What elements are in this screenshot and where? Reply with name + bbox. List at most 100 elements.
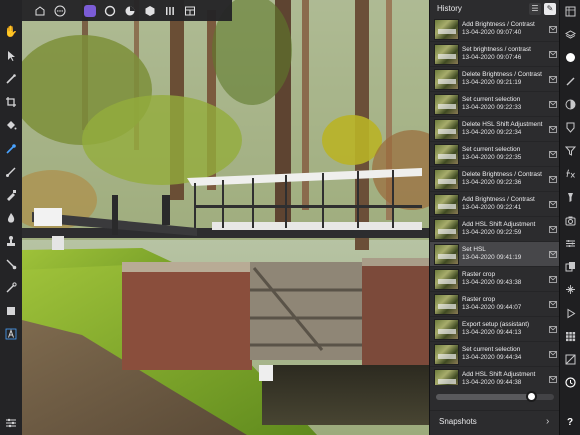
history-entry-time: 13-04-2020 09:44:34 bbox=[462, 354, 522, 361]
stock-icon[interactable] bbox=[560, 278, 580, 301]
history-entry[interactable]: Add HSL Shift Adjustment 13-04-2020 09:44… bbox=[430, 367, 560, 385]
clone-tool-icon[interactable] bbox=[0, 183, 22, 206]
message-icon[interactable] bbox=[548, 200, 558, 208]
history-thumbnail bbox=[434, 118, 459, 140]
brushes-icon[interactable] bbox=[560, 70, 580, 93]
burn-tool-icon[interactable] bbox=[0, 207, 22, 230]
crop-tool-icon[interactable] bbox=[0, 91, 22, 114]
history-slider[interactable] bbox=[436, 391, 554, 403]
retouch-tool-icon[interactable] bbox=[0, 276, 22, 299]
history-entry-text: Set current selection 13-04-2020 09:22:33 bbox=[462, 96, 548, 112]
history-entry-text: Raster crop 13-04-2020 09:44:07 bbox=[462, 296, 548, 312]
navigator-icon[interactable] bbox=[560, 232, 580, 255]
message-icon[interactable] bbox=[548, 300, 558, 308]
history-entry[interactable]: Delete Brightness / Contrast 13-04-2020 0… bbox=[430, 167, 560, 192]
history-entry-label: Add HSL Shift Adjustment bbox=[462, 221, 536, 228]
message-icon[interactable] bbox=[548, 375, 558, 383]
transform-icon[interactable] bbox=[560, 255, 580, 278]
message-icon[interactable] bbox=[548, 150, 558, 158]
photo-persona-icon[interactable] bbox=[80, 0, 100, 21]
text-tool-icon[interactable] bbox=[0, 322, 22, 345]
history-entry[interactable]: Set current selection 13-04-2020 09:44:34 bbox=[430, 342, 560, 367]
message-icon[interactable] bbox=[548, 225, 558, 233]
history-entry-time: 13-04-2020 09:44:07 bbox=[462, 304, 522, 311]
history-entry[interactable]: Set HSL 13-04-2020 09:41:19 bbox=[430, 242, 560, 267]
snapshots-row[interactable]: Snapshots › bbox=[430, 410, 560, 431]
message-icon[interactable] bbox=[548, 325, 558, 333]
history-icon[interactable] bbox=[560, 0, 580, 23]
help-icon[interactable]: ? bbox=[560, 409, 580, 435]
styles-icon[interactable] bbox=[560, 139, 580, 162]
adjustments-icon[interactable] bbox=[560, 93, 580, 116]
develop-persona-icon[interactable] bbox=[120, 0, 140, 21]
history-thumbnail bbox=[434, 18, 459, 40]
slider-knob[interactable] bbox=[526, 391, 538, 402]
effects-icon[interactable] bbox=[560, 116, 580, 139]
macro-icon[interactable] bbox=[560, 301, 580, 324]
history-entry-time: 13-04-2020 09:22:36 bbox=[462, 179, 522, 186]
history-entry[interactable]: Add Brightness / Contrast 13-04-2020 09:2… bbox=[430, 192, 560, 217]
history-entry[interactable]: Add Brightness / Contrast 13-04-2020 09:0… bbox=[430, 17, 560, 42]
message-icon[interactable] bbox=[548, 350, 558, 358]
snapshots-icon[interactable] bbox=[560, 371, 580, 394]
flood-fill-icon[interactable] bbox=[0, 114, 22, 137]
app-window: ✋ History ☰ ✎ Add Brightness / Contrast … bbox=[0, 0, 580, 435]
layers-icon[interactable] bbox=[560, 23, 580, 46]
settings-sliders-icon[interactable] bbox=[0, 412, 22, 435]
shape-tool-icon[interactable] bbox=[0, 299, 22, 322]
history-entry-text: Set current selection 13-04-2020 09:22:35 bbox=[462, 146, 548, 162]
history-entry[interactable]: Raster crop 13-04-2020 09:43:38 bbox=[430, 267, 560, 292]
history-entry[interactable]: Export setup (assistant) 13-04-2020 09:44… bbox=[430, 317, 560, 342]
history-entry-text: Raster crop 13-04-2020 09:43:38 bbox=[462, 271, 548, 287]
stamp-tool-icon[interactable] bbox=[0, 230, 22, 253]
swatches-icon[interactable] bbox=[560, 325, 580, 348]
pin-icon[interactable]: ✎ bbox=[544, 2, 556, 15]
right-toolbar: ? bbox=[559, 0, 580, 435]
export-persona-icon[interactable] bbox=[160, 0, 180, 21]
message-icon[interactable] bbox=[548, 275, 558, 283]
histogram-icon[interactable] bbox=[560, 348, 580, 371]
fx-icon[interactable] bbox=[560, 162, 580, 185]
list-view-icon[interactable]: ☰ bbox=[529, 2, 541, 15]
history-entry-label: Delete HSL Shift Adjustment bbox=[462, 121, 543, 128]
more-icon[interactable] bbox=[50, 0, 70, 21]
message-icon[interactable] bbox=[548, 100, 558, 108]
paint-brush-icon[interactable] bbox=[0, 160, 22, 183]
history-entry[interactable]: Set current selection 13-04-2020 09:22:33 bbox=[430, 92, 560, 117]
history-entry-text: Set current selection 13-04-2020 09:44:34 bbox=[462, 346, 548, 362]
history-entry[interactable]: Raster crop 13-04-2020 09:44:07 bbox=[430, 292, 560, 317]
color-icon[interactable] bbox=[560, 46, 580, 69]
history-entry[interactable]: Set brightness / contrast 13-04-2020 09:0… bbox=[430, 42, 560, 67]
tone-mapping-persona-icon[interactable] bbox=[140, 0, 160, 21]
move-tool-icon[interactable] bbox=[0, 44, 22, 67]
message-icon[interactable] bbox=[548, 175, 558, 183]
history-entry[interactable]: Delete Brightness / Contrast 13-04-2020 0… bbox=[430, 67, 560, 92]
message-icon[interactable] bbox=[548, 125, 558, 133]
selection-brush-icon[interactable] bbox=[0, 67, 22, 90]
dodge-tool-icon[interactable] bbox=[0, 253, 22, 276]
history-entry-text: Add Brightness / Contrast 13-04-2020 09:0… bbox=[462, 21, 548, 37]
history-entry-time: 13-04-2020 09:07:46 bbox=[462, 54, 522, 61]
color-picker-icon[interactable] bbox=[0, 137, 22, 160]
grid-view-icon[interactable] bbox=[180, 0, 200, 21]
history-list[interactable]: Add Brightness / Contrast 13-04-2020 09:0… bbox=[430, 17, 560, 385]
history-entry-label: Raster crop bbox=[462, 271, 496, 278]
history-entry-label: Set current selection bbox=[462, 346, 521, 353]
message-icon[interactable] bbox=[548, 75, 558, 83]
history-entry[interactable]: Set current selection 13-04-2020 09:22:35 bbox=[430, 142, 560, 167]
liquify-persona-icon[interactable] bbox=[100, 0, 120, 21]
channels-icon[interactable] bbox=[560, 209, 580, 232]
message-icon[interactable] bbox=[548, 250, 558, 258]
history-entry-text: Add Brightness / Contrast 13-04-2020 09:2… bbox=[462, 196, 548, 212]
photo-canvas[interactable] bbox=[22, 0, 429, 435]
document-icon[interactable] bbox=[30, 0, 50, 21]
history-entry[interactable]: Add HSL Shift Adjustment 13-04-2020 09:22… bbox=[430, 217, 560, 242]
filters-icon[interactable] bbox=[560, 186, 580, 209]
message-icon[interactable] bbox=[548, 50, 558, 58]
history-entry-text: Add HSL Shift Adjustment 13-04-2020 09:22… bbox=[462, 221, 548, 237]
view-hand-tool-icon[interactable]: ✋ bbox=[0, 21, 22, 44]
history-entry[interactable]: Delete HSL Shift Adjustment 13-04-2020 09… bbox=[430, 117, 560, 142]
message-icon[interactable] bbox=[548, 25, 558, 33]
history-thumbnail bbox=[434, 268, 459, 290]
history-entry-time: 13-04-2020 09:22:33 bbox=[462, 104, 522, 111]
